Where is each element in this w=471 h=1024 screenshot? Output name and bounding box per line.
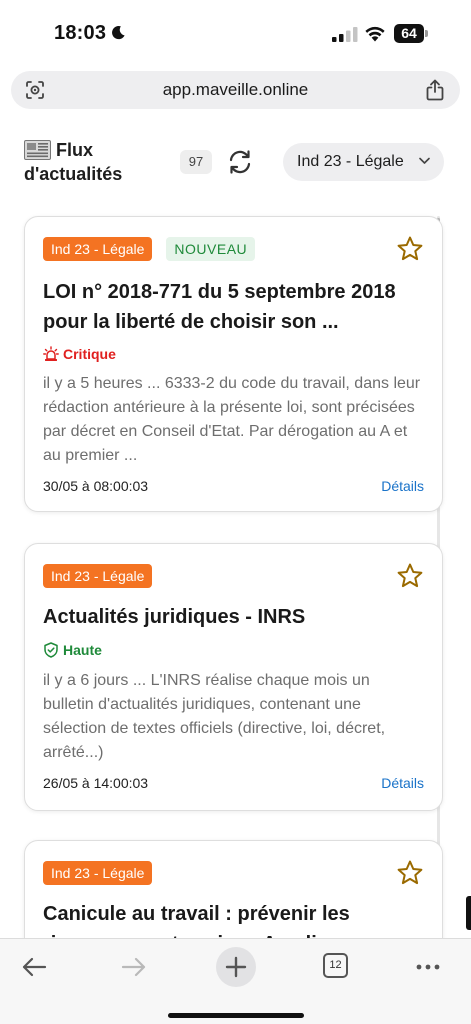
status-bar: 18:03 64 — [0, 0, 471, 66]
card-tags: Ind 23 - Légale — [43, 861, 153, 885]
card-date: 30/05 à 08:00:03 — [43, 478, 149, 494]
address-bar[interactable]: app.maveille.online — [11, 71, 460, 109]
news-card[interactable]: Ind 23 - Légale Canicule au travail : pr… — [24, 840, 443, 940]
news-card[interactable]: Ind 23 - Légale NOUVEAU LOI n° 2018-771 … — [24, 216, 443, 512]
battery-icon: 64 — [394, 24, 428, 43]
filter-select-value: Ind 23 - Légale — [297, 153, 404, 170]
card-title[interactable]: LOI n° 2018-771 du 5 septembre 2018 pour… — [43, 277, 424, 337]
url-text[interactable]: app.maveille.online — [71, 80, 400, 100]
share-icon[interactable] — [425, 79, 445, 101]
moon-icon — [112, 26, 125, 40]
page-title: Flux d'actualités — [24, 140, 123, 184]
shield-check-icon — [44, 642, 58, 658]
star-icon[interactable] — [396, 235, 424, 263]
priority-text: Haute — [63, 642, 102, 658]
page-menu-icon[interactable] — [25, 80, 45, 100]
priority-text: Critique — [63, 346, 116, 362]
details-link[interactable]: Détails — [381, 775, 424, 791]
card-tags: Ind 23 - Légale — [43, 564, 153, 588]
wifi-icon — [365, 26, 385, 42]
news-card[interactable]: Ind 23 - Légale Actualités juridiques - … — [24, 543, 443, 811]
card-title[interactable]: Actualités juridiques - INRS — [43, 602, 424, 632]
category-tag: Ind 23 - Légale — [43, 861, 153, 885]
back-arrow-icon[interactable] — [16, 949, 52, 985]
card-tags: Ind 23 - Légale NOUVEAU — [43, 237, 256, 261]
more-icon[interactable] — [410, 949, 446, 985]
category-tag: Ind 23 - Légale — [43, 564, 153, 588]
priority-label: Critique — [43, 344, 116, 364]
plus-icon — [225, 956, 247, 978]
browser-toolbar: 12 — [0, 938, 471, 1024]
feed-list: Ind 23 - Légale NOUVEAU LOI n° 2018-771 … — [0, 200, 471, 940]
card-date: 26/05 à 14:00:03 — [43, 775, 149, 791]
new-tab-button[interactable] — [216, 947, 256, 987]
side-handle — [466, 896, 471, 930]
forward-arrow-icon[interactable] — [116, 949, 152, 985]
feed-header: Flux d'actualités 97 Ind 23 - Légale — [0, 134, 471, 194]
count-badge: 97 — [180, 150, 212, 174]
priority-label: Haute — [43, 640, 102, 660]
star-icon[interactable] — [396, 859, 424, 887]
star-icon[interactable] — [396, 562, 424, 590]
card-excerpt: il y a 5 heures ... 6333-2 du code du tr… — [43, 375, 421, 464]
battery-level: 64 — [394, 24, 424, 43]
chevron-down-icon — [419, 157, 430, 164]
cellular-signal-icon — [332, 27, 358, 42]
card-excerpt: il y a 6 jours ... L'INRS réalise chaque… — [43, 672, 386, 761]
tabs-button[interactable]: 12 — [323, 953, 348, 978]
home-indicator — [168, 1013, 304, 1018]
new-badge: NOUVEAU — [166, 237, 256, 261]
details-link[interactable]: Détails — [381, 478, 424, 494]
siren-icon — [43, 346, 59, 361]
card-title[interactable]: Canicule au travail : prévenir les risqu… — [43, 899, 424, 940]
refresh-icon[interactable] — [227, 149, 253, 175]
status-time: 18:03 — [54, 22, 107, 44]
filter-select[interactable]: Ind 23 - Légale — [283, 143, 444, 181]
category-tag: Ind 23 - Légale — [43, 237, 153, 261]
